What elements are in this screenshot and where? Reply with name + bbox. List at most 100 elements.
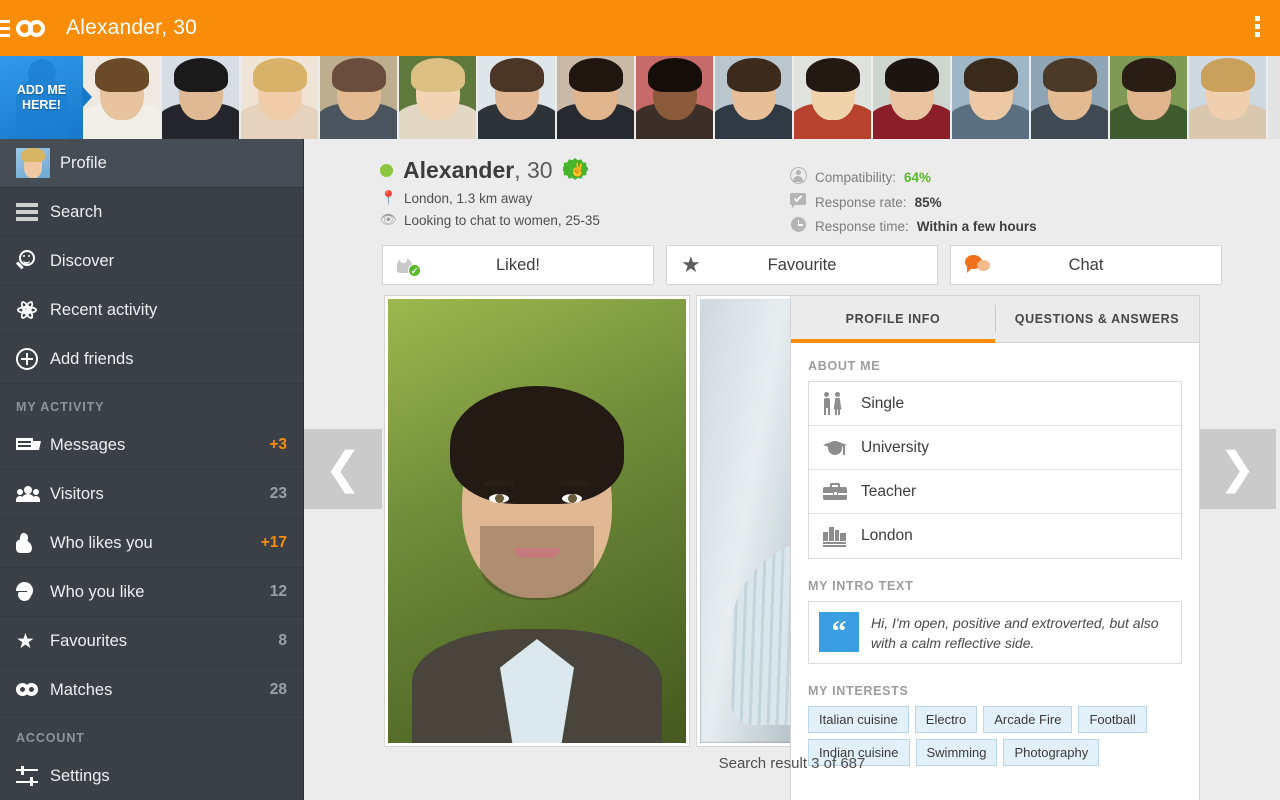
- photo-strip-thumb[interactable]: [952, 56, 1031, 139]
- profile-name: Alexander, 30: [403, 157, 553, 184]
- sidebar-item-settings[interactable]: Settings: [0, 752, 303, 800]
- sidebar-main-group: Profile Search Discover Recent activity …: [0, 139, 303, 384]
- photo-strip-thumbs: [83, 56, 1268, 139]
- photo-strip-thumb[interactable]: [83, 56, 162, 139]
- clock-icon: [791, 217, 806, 232]
- sidebar-item-matches[interactable]: Matches28: [0, 666, 303, 715]
- search-result-status: Search result 3 of 687: [304, 755, 1280, 772]
- tab-profile-info[interactable]: PROFILE INFO: [791, 296, 995, 342]
- interest-tag[interactable]: Football: [1078, 706, 1146, 733]
- sidebar-account-group: Settings: [0, 752, 303, 800]
- eye-icon: 👁: [380, 212, 396, 228]
- pointer-arrow-icon: [82, 86, 92, 108]
- about-row-text: University: [861, 439, 929, 457]
- sidebar-item-visitors[interactable]: Visitors23: [0, 470, 303, 519]
- chat-bubbles-icon: [965, 255, 991, 275]
- add-me-here-label: ADD ME HERE!: [17, 83, 66, 113]
- city-skyline-icon: [823, 526, 847, 546]
- favourite-button[interactable]: ★Favourite: [666, 245, 938, 285]
- photo-strip-thumb[interactable]: [873, 56, 952, 139]
- atom-icon: [16, 299, 38, 321]
- sidebar-activity-group: Messages+3 Visitors23 Who likes you+17 W…: [0, 421, 303, 715]
- photo-strip-thumb[interactable]: [162, 56, 241, 139]
- about-row-text: London: [861, 527, 913, 545]
- sidebar-item-label: Search: [50, 203, 287, 222]
- chevron-right-icon: ❯: [1219, 447, 1256, 491]
- intro-text-box: “ Hi, I'm open, positive and extroverted…: [808, 601, 1182, 664]
- action-button-label: Chat: [951, 256, 1221, 275]
- sidebar-item-recent-activity[interactable]: Recent activity: [0, 286, 303, 335]
- profile-header: Alexander, 30 ✌ 📍 London, 1.3 km away 👁 …: [380, 157, 600, 228]
- sidebar-item-count: +3: [269, 436, 287, 454]
- interest-tag[interactable]: Italian cuisine: [808, 706, 909, 733]
- about-me-list: Single University Teacher London: [808, 381, 1182, 559]
- star-icon: ★: [16, 631, 35, 652]
- avatar: [16, 148, 50, 178]
- about-me-heading: ABOUT ME: [808, 359, 1182, 373]
- photo-strip-thumb[interactable]: [636, 56, 715, 139]
- tab-questions-answers[interactable]: QUESTIONS & ANSWERS: [995, 296, 1199, 342]
- chevron-left-icon: ❮: [325, 447, 362, 491]
- intro-text-heading: MY INTRO TEXT: [808, 579, 1182, 593]
- stat-label: Response time:: [815, 219, 909, 234]
- interest-tag[interactable]: Electro: [915, 706, 977, 733]
- sidebar-nav: Profile Search Discover Recent activity …: [0, 139, 304, 800]
- interest-tag[interactable]: Arcade Fire: [983, 706, 1072, 733]
- photo-strip-thumb[interactable]: [320, 56, 399, 139]
- previous-profile-button[interactable]: ❮: [304, 429, 382, 509]
- sliders-icon: [16, 766, 38, 786]
- sidebar-item-label: Settings: [50, 767, 287, 786]
- photo-strip-thumb[interactable]: [715, 56, 794, 139]
- compatibility-icon: [790, 167, 807, 184]
- photo-strip-thumb[interactable]: [1110, 56, 1189, 139]
- photo-strip-thumb[interactable]: [1189, 56, 1268, 139]
- tab-label: QUESTIONS & ANSWERS: [1015, 312, 1179, 326]
- about-row-text: Teacher: [861, 483, 916, 501]
- photo-strip-thumb[interactable]: [557, 56, 636, 139]
- briefcase-icon: [823, 483, 847, 501]
- overflow-menu-icon[interactable]: [1255, 16, 1260, 37]
- sidebar-item-label: Recent activity: [50, 301, 287, 320]
- photo-strip-thumb[interactable]: [478, 56, 557, 139]
- thumb-up-checked-icon: ✓: [397, 254, 419, 276]
- sidebar-item-messages[interactable]: Messages+3: [0, 421, 303, 470]
- sidebar-item-who-likes-you[interactable]: Who likes you+17: [0, 519, 303, 568]
- profile-looking-for: Looking to chat to women, 25-35: [404, 213, 600, 228]
- sidebar-item-label: Discover: [50, 252, 287, 271]
- photo-strip: ADD ME HERE!: [0, 56, 1280, 139]
- photo-strip-thumb[interactable]: [794, 56, 873, 139]
- photo-strip-thumb[interactable]: [399, 56, 478, 139]
- profile-location: London, 1.3 km away: [404, 191, 532, 206]
- sidebar-item-add-friends[interactable]: Add friends: [0, 335, 303, 384]
- sidebar-item-label: Who likes you: [50, 534, 261, 553]
- action-button-label: Liked!: [383, 256, 653, 275]
- photo-strip-thumb[interactable]: [241, 56, 320, 139]
- sidebar-item-discover[interactable]: Discover: [0, 237, 303, 286]
- sidebar-item-who-you-like[interactable]: Who you like12: [0, 568, 303, 617]
- quote-mark-icon: “: [819, 612, 859, 652]
- liked--button[interactable]: ✓Liked!: [382, 245, 654, 285]
- verified-badge-icon: ✌: [563, 158, 588, 183]
- sidebar-item-count: 12: [270, 583, 287, 601]
- add-me-here-button[interactable]: ADD ME HERE!: [0, 56, 83, 139]
- sidebar-item-favourites[interactable]: ★Favourites8: [0, 617, 303, 666]
- stat-value: 64%: [904, 170, 931, 185]
- sidebar-item-profile[interactable]: Profile: [0, 139, 303, 188]
- hamburger-icon[interactable]: [0, 20, 10, 37]
- photo-strip-thumb[interactable]: [1031, 56, 1110, 139]
- sidebar-item-search[interactable]: Search: [0, 188, 303, 237]
- page-title: Alexander, 30: [66, 16, 197, 40]
- next-profile-button[interactable]: ❯: [1198, 429, 1276, 509]
- sidebar-section-account: ACCOUNT: [0, 715, 303, 752]
- sidebar-item-label: Matches: [50, 681, 270, 700]
- couple-icon: [823, 392, 845, 416]
- thumb-up-icon: [16, 533, 38, 553]
- plus-circle-icon: [16, 348, 38, 370]
- profile-looking-row: 👁 Looking to chat to women, 25-35: [380, 212, 600, 228]
- sidebar-item-count: 8: [278, 632, 287, 650]
- profile-photo-main[interactable]: [384, 295, 690, 747]
- panel-tabs: PROFILE INFO QUESTIONS & ANSWERS: [791, 296, 1199, 343]
- stat-value: Within a few hours: [917, 219, 1037, 234]
- sidebar-item-label: Visitors: [50, 485, 270, 504]
- chat-button[interactable]: Chat: [950, 245, 1222, 285]
